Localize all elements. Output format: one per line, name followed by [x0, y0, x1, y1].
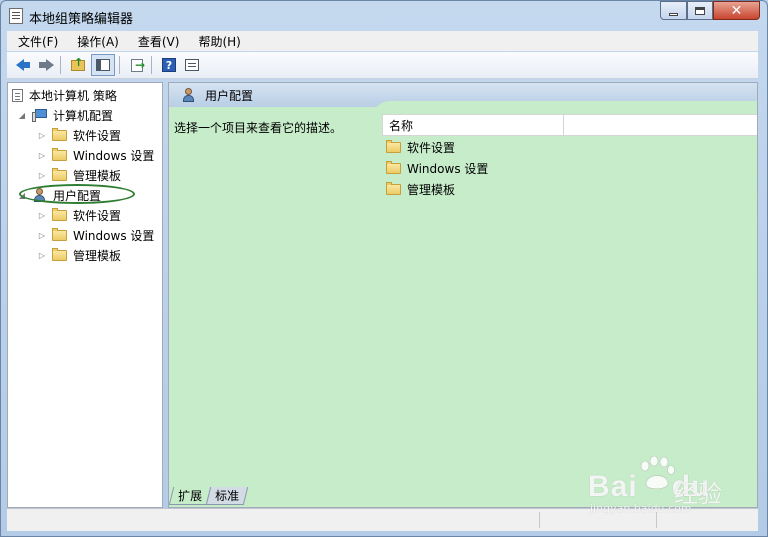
tree-root-label: 本地计算机 策略 — [29, 88, 117, 103]
up-one-level-button[interactable] — [68, 55, 88, 75]
export-list-button[interactable] — [127, 55, 147, 75]
expand-arrow-icon[interactable]: ▷ — [38, 251, 46, 260]
folder-icon — [52, 247, 67, 261]
status-divider — [656, 512, 657, 528]
column-header-name[interactable]: 名称 — [383, 115, 564, 135]
tree-computer-label: 计算机配置 — [53, 108, 114, 123]
title-bar[interactable]: 本地组策略编辑器 ✕ — [1, 1, 767, 31]
list-item-label: Windows 设置 — [407, 161, 489, 176]
help-icon: ? — [162, 58, 176, 72]
tree-item-windows-settings[interactable]: ▷ Windows 设置 — [38, 146, 154, 164]
back-arrow-icon — [16, 59, 30, 71]
list-item[interactable]: Windows 设置 — [386, 158, 488, 178]
window-title: 本地组策略编辑器 — [29, 12, 134, 27]
expand-arrow-icon[interactable]: ▷ — [38, 231, 46, 240]
properties-icon — [185, 59, 199, 71]
toolbar-separator — [151, 56, 152, 74]
list-item-label: 管理模板 — [407, 182, 456, 197]
details-header-title: 用户配置 — [205, 88, 254, 103]
folder-icon — [52, 207, 67, 221]
folder-icon — [386, 181, 401, 195]
expand-arrow-icon[interactable]: ▷ — [38, 131, 46, 140]
computer-icon — [32, 108, 48, 122]
menu-bar: 文件(F) 操作(A) 查看(V) 帮助(H) — [7, 31, 758, 51]
tree-item-label: 管理模板 — [73, 248, 122, 263]
view-tabs: 扩展 标准 — [168, 487, 249, 507]
back-button[interactable] — [13, 55, 33, 75]
details-pane: 用户配置 选择一个项目来查看它的描述。 名称 软件设置 Windows 设置 管… — [168, 82, 758, 508]
show-hide-tree-button[interactable] — [91, 54, 115, 76]
folder-icon — [386, 139, 401, 153]
highlight-annotation — [19, 184, 135, 204]
tree-computer-config[interactable]: ◢ 计算机配置 — [18, 106, 113, 124]
expand-arrow-icon[interactable]: ▷ — [38, 171, 46, 180]
list-item-label: 软件设置 — [407, 140, 456, 155]
user-icon — [181, 88, 197, 102]
tree-item-label: 管理模板 — [73, 168, 122, 183]
folder-icon — [52, 127, 67, 141]
tab-extended[interactable]: 扩展 — [168, 487, 212, 505]
forward-arrow-icon — [39, 59, 54, 71]
policy-document-icon — [12, 88, 23, 102]
status-divider — [539, 512, 540, 528]
status-bar — [7, 508, 758, 531]
menu-view[interactable]: 查看(V) — [127, 33, 188, 50]
folder-icon — [52, 147, 67, 161]
show-hide-tree-icon — [96, 59, 110, 71]
collapse-arrow-icon[interactable]: ◢ — [18, 111, 26, 120]
properties-button[interactable] — [182, 55, 202, 75]
up-folder-icon — [71, 56, 85, 71]
expand-arrow-icon[interactable]: ▷ — [38, 151, 46, 160]
close-icon: ✕ — [730, 2, 743, 19]
tab-extended-label: 扩展 — [178, 489, 203, 503]
tree-item-label: Windows 设置 — [73, 228, 155, 243]
item-list: 名称 软件设置 Windows 设置 管理模板 — [372, 101, 757, 507]
tree-item-label: Windows 设置 — [73, 148, 155, 163]
menu-help[interactable]: 帮助(H) — [187, 33, 248, 50]
toolbar-separator — [119, 56, 120, 74]
folder-icon — [52, 227, 67, 241]
console-tree[interactable]: 本地计算机 策略 ◢ 计算机配置 ▷ 软件设置 ▷ Windows 设置 ▷ 管… — [7, 82, 163, 508]
tab-standard-label: 标准 — [215, 489, 240, 503]
forward-button[interactable] — [36, 55, 56, 75]
tree-item-label: 软件设置 — [73, 128, 122, 143]
minimize-icon — [669, 12, 678, 16]
close-button[interactable]: ✕ — [713, 1, 760, 20]
policy-editor-icon — [9, 8, 23, 24]
tree-item-admin-templates[interactable]: ▷ 管理模板 — [38, 166, 121, 184]
menu-file[interactable]: 文件(F) — [7, 33, 66, 50]
list-header: 名称 — [382, 114, 757, 136]
tree-item-admin-templates[interactable]: ▷ 管理模板 — [38, 246, 121, 264]
folder-icon — [52, 167, 67, 181]
list-item[interactable]: 管理模板 — [386, 179, 455, 199]
toolbar-separator — [60, 56, 61, 74]
minimize-button[interactable] — [660, 1, 687, 20]
tree-item-software-settings[interactable]: ▷ 软件设置 — [38, 126, 121, 144]
list-item[interactable]: 软件设置 — [386, 137, 455, 157]
export-list-icon — [131, 58, 145, 72]
tab-standard[interactable]: 标准 — [205, 487, 249, 505]
toolbar: ? — [7, 52, 758, 79]
maximize-icon — [695, 6, 705, 15]
description-text: 选择一个项目来查看它的描述。 — [174, 121, 343, 135]
folder-icon — [386, 160, 401, 174]
tree-item-label: 软件设置 — [73, 208, 122, 223]
tree-item-software-settings[interactable]: ▷ 软件设置 — [38, 206, 121, 224]
menu-action[interactable]: 操作(A) — [66, 33, 127, 50]
tree-item-windows-settings[interactable]: ▷ Windows 设置 — [38, 226, 154, 244]
expand-arrow-icon[interactable]: ▷ — [38, 211, 46, 220]
tree-root[interactable]: 本地计算机 策略 — [12, 86, 117, 104]
help-button[interactable]: ? — [159, 55, 179, 75]
maximize-button[interactable] — [687, 1, 713, 20]
